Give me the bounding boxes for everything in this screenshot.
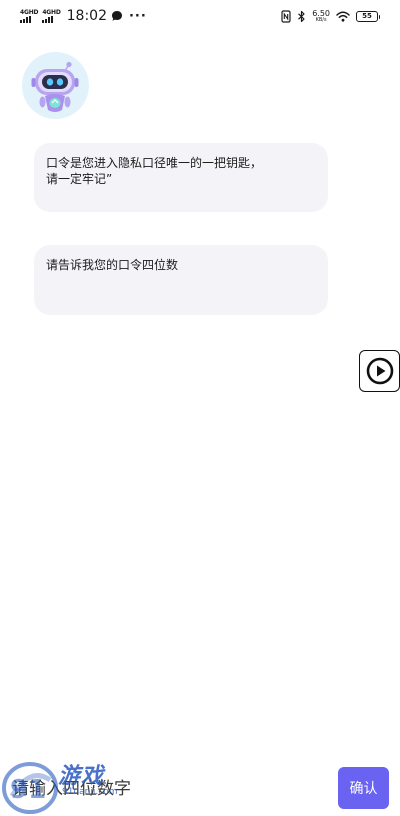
pin-input[interactable] (8, 772, 308, 806)
status-left: 4GHD 4GHD 18:02 ··· (20, 7, 147, 25)
bubble-text-line: 口令是您进入隐私口径唯一的一把钥匙， (46, 156, 263, 170)
nfc-icon (281, 9, 291, 23)
floating-play-button[interactable] (359, 350, 400, 392)
more-notifications: ··· (128, 8, 147, 24)
status-time: 18:02 (66, 8, 107, 24)
status-bar: 4GHD 4GHD 18:02 ··· 6.50 KB/s 55 (0, 0, 400, 32)
wifi-icon (336, 11, 350, 22)
confirm-button[interactable]: 确认 (338, 767, 389, 809)
bubble-text: 请告诉我您的口令四位数 (46, 258, 179, 272)
battery-icon: 55 (356, 10, 380, 22)
robot-icon (31, 61, 79, 112)
bluetooth-icon (298, 10, 305, 22)
play-circle-icon (366, 357, 393, 385)
chat-bubble-intro: 口令是您进入隐私口径唯一的一把钥匙， 请一定牢记” (34, 143, 328, 212)
bubble-text-line: 请一定牢记” (46, 172, 113, 186)
message-icon (111, 11, 122, 21)
battery-level: 55 (362, 12, 372, 20)
status-right: 6.50 KB/s 55 (281, 8, 380, 24)
chat-bubble-question: 请告诉我您的口令四位数 (34, 245, 328, 315)
net-speed-unit: KB/s (315, 16, 327, 23)
sim1-signal-icon: 4GHD (20, 9, 39, 23)
net-speed: 6.50 KB/s (312, 9, 330, 23)
robot-avatar (22, 52, 89, 119)
sim2-signal-icon: 4GHD (42, 9, 61, 23)
